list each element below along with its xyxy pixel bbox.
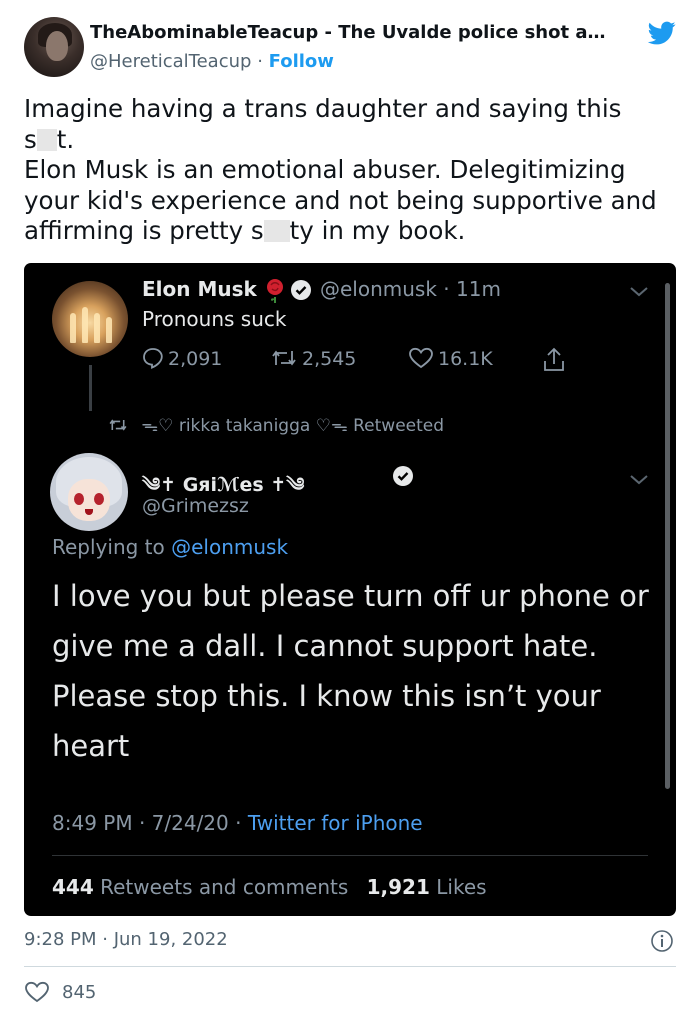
retweet-action[interactable]: 2,545: [270, 347, 356, 370]
share-icon[interactable]: [542, 347, 566, 373]
author-avatar[interactable]: [24, 17, 84, 77]
tweet-line: s t.: [24, 124, 75, 154]
elon-name[interactable]: Elon Musk: [142, 277, 257, 301]
verified-badge-icon: [291, 280, 311, 300]
elon-avatar[interactable]: [52, 281, 128, 357]
decor-heart-icon: ᯓ♡: [141, 416, 174, 436]
censor-blur: [263, 220, 290, 242]
censor-blur: [36, 128, 57, 151]
tweet-text: Imagine having a trans daughter and sayi…: [24, 94, 674, 247]
retweets-count-link[interactable]: 444 Retweets and comments: [52, 875, 348, 899]
tweet-line: Elon Musk is an emotional abuser. Delegi…: [24, 155, 657, 245]
chevron-down-icon[interactable]: [628, 285, 650, 299]
divider: [52, 855, 648, 856]
decor-wing-icon: ༄✝: [142, 474, 183, 496]
avatar-face: [46, 31, 68, 61]
likes-count: 845: [62, 982, 97, 1003]
decor-wing-icon: ✝༄: [263, 474, 305, 496]
reply-icon: [143, 348, 163, 369]
chevron-down-icon[interactable]: [628, 473, 650, 487]
handle-separator: ·: [257, 51, 263, 72]
scrollbar[interactable]: [665, 283, 670, 789]
retweeter-name[interactable]: rikka takanigga: [179, 416, 310, 436]
retweet-icon: [109, 419, 127, 431]
tweet-meta: 8:49 PM · 7/24/20 · Twitter for iPhone: [52, 811, 423, 835]
grimes-handle[interactable]: @Grimezsz: [142, 495, 249, 517]
tweet-client-link[interactable]: Twitter for iPhone: [248, 811, 423, 835]
retweet-icon: [272, 350, 296, 366]
replying-to-link[interactable]: @elonmusk: [171, 535, 288, 559]
embedded-screenshot[interactable]: Elon Musk @elonmusk · 11m Pronouns suck …: [24, 263, 676, 916]
verified-badge-icon: [393, 466, 413, 486]
grimes-tweet-text: I love you but please turn off ur phone …: [52, 579, 649, 763]
tweet-time-date: 8:49 PM · 7/24/20 ·: [52, 811, 242, 835]
tweet-timestamp[interactable]: 9:28 PM · Jun 19, 2022: [24, 929, 228, 950]
elon-handle-time[interactable]: @elonmusk · 11m: [320, 277, 501, 301]
author-handle-row: @HereticalTeacup · Follow: [90, 51, 334, 72]
reply-action[interactable]: 2,091: [142, 347, 222, 370]
retweet-notice: ᯓ♡ rikka takanigga ♡ᯓ Retweeted: [108, 413, 444, 436]
follow-button[interactable]: Follow: [269, 51, 334, 72]
divider: [24, 966, 676, 967]
tweet-line: Imagine having a trans daughter and sayi…: [24, 94, 622, 123]
grimes-avatar[interactable]: [50, 453, 128, 531]
elon-tweet-text: Pronouns suck: [142, 307, 287, 331]
like-action[interactable]: 16.1K: [408, 347, 493, 370]
twitter-bird-icon[interactable]: [646, 19, 678, 47]
author-display-name[interactable]: TheAbominableTeacup - The Uvalde police …: [90, 22, 606, 43]
heart-icon: [409, 347, 433, 369]
info-icon[interactable]: [650, 929, 674, 953]
thread-line: [89, 365, 92, 411]
like-action[interactable]: 845: [24, 981, 96, 1003]
likes-count-link[interactable]: 1,921 Likes: [367, 875, 487, 899]
grimes-name[interactable]: Gяiℳes: [183, 474, 264, 496]
rose-icon: [267, 279, 283, 303]
replying-to: Replying to @elonmusk: [52, 535, 289, 559]
decor-heart-icon: ♡ᯓ: [315, 416, 348, 436]
engagement-counts: 444 Retweets and comments 1,921 Likes: [52, 875, 487, 899]
author-handle[interactable]: @HereticalTeacup: [90, 51, 251, 72]
retweeted-label: Retweeted: [353, 416, 445, 436]
heart-icon: [25, 981, 49, 1003]
